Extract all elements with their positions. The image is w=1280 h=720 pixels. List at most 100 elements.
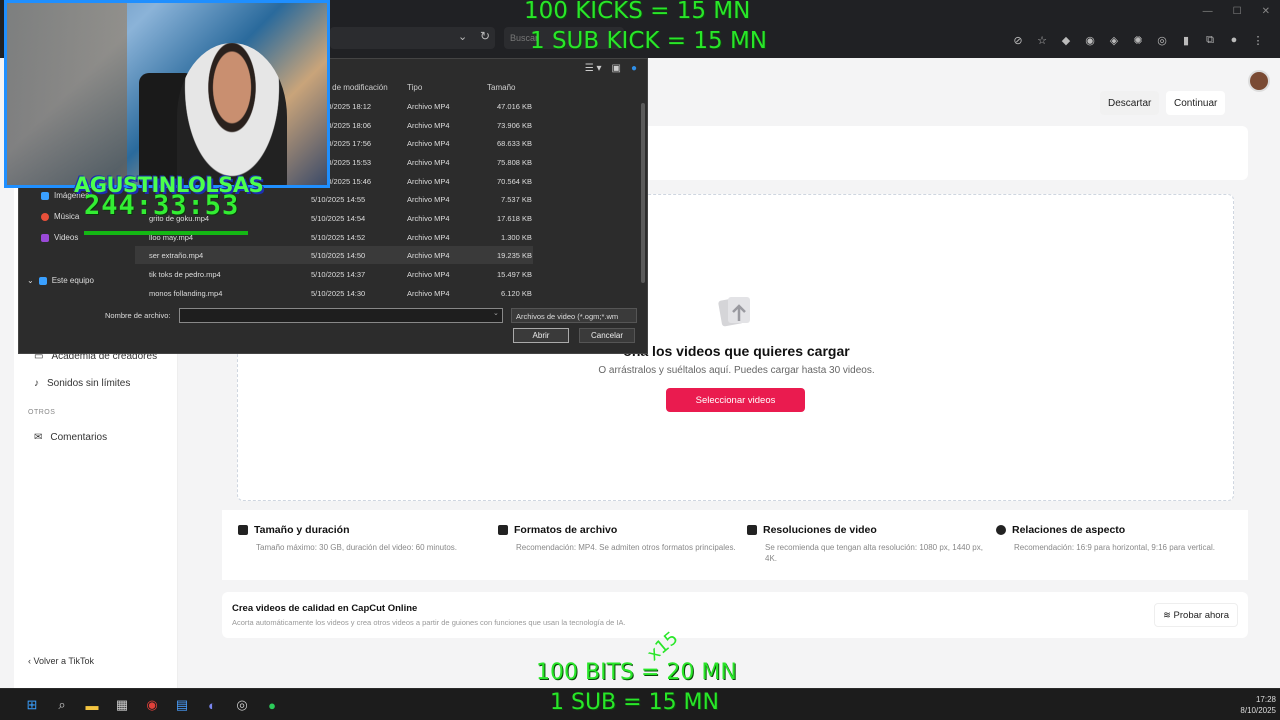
sidebar-item-label: Sonidos sin límites: [47, 378, 131, 389]
nav-item-videos[interactable]: Videos: [41, 233, 78, 242]
minimize-icon[interactable]: —: [1203, 6, 1213, 17]
file-size: 6.120 KB: [501, 289, 532, 298]
file-name: ser extraño.mp4: [149, 251, 204, 260]
promo-desc: Acorta automáticamente los videos y crea…: [232, 618, 626, 627]
file-type: Archivo MP4: [407, 251, 450, 260]
overlay-sub-kick: 1 SUB KICK = 15 MN: [530, 28, 767, 54]
file-date: 5/10/2025 14:54: [311, 214, 366, 223]
puzzle-icon[interactable]: ⧉: [1202, 34, 1218, 47]
file-type: Archivo MP4: [407, 102, 450, 111]
webcam-streamer: [177, 43, 287, 185]
file-size: 75.808 KB: [497, 158, 533, 167]
file-date: 5/10/2025 14:30: [311, 289, 366, 298]
help-icon[interactable]: ●: [631, 63, 637, 74]
video-camera-icon: [238, 525, 248, 535]
file-size: 15.497 KB: [497, 270, 533, 279]
magic-icon: ≋: [1162, 610, 1174, 621]
extension-icon[interactable]: ◎: [1154, 34, 1170, 47]
star-icon[interactable]: ☆: [1034, 34, 1050, 47]
overlay-sub: 1 SUB = 15 MN: [550, 690, 719, 715]
maximize-icon[interactable]: ☐: [1233, 6, 1242, 17]
column-type[interactable]: Tipo: [407, 83, 422, 92]
file-type: Archivo MP4: [407, 195, 450, 204]
file-type: Archivo MP4: [407, 139, 450, 148]
music-icon: [41, 212, 49, 221]
column-size[interactable]: Tamaño: [487, 83, 515, 92]
dialog-scrollbar[interactable]: [641, 103, 645, 283]
file-row[interactable]: monos follanding.mp4 5/10/2025 14:30 Archi…: [135, 284, 533, 302]
upload-video-icon: [718, 297, 750, 327]
nav-label: Música: [54, 212, 80, 221]
chevron-down-icon[interactable]: ⌄: [493, 309, 499, 317]
discard-button[interactable]: Descartar: [1100, 91, 1160, 115]
clock-time: 17:28: [1255, 695, 1276, 704]
obs-icon[interactable]: ◎: [232, 695, 252, 715]
avatar[interactable]: [1248, 70, 1270, 92]
notes-icon[interactable]: ▤: [172, 695, 192, 715]
timer-bar: [84, 231, 248, 235]
extension-icon[interactable]: ◆: [1058, 34, 1074, 47]
filename-input[interactable]: [179, 308, 503, 323]
back-to-tiktok-link[interactable]: ‹ Volver a TikTok: [28, 656, 94, 666]
sidebar-item-comentarios[interactable]: ✉ Comentarios: [34, 432, 107, 443]
continue-button[interactable]: Continuar: [1166, 91, 1226, 115]
file-size: 73.906 KB: [497, 121, 533, 130]
info-formats: Formatos de archivo Recomendación: MP4. …: [498, 524, 738, 553]
spotify-icon[interactable]: ●: [262, 695, 282, 715]
preview-pane-icon[interactable]: ▣: [612, 63, 621, 74]
address-bar[interactable]: ⌄ ↻: [330, 27, 495, 49]
file-row-hovered[interactable]: ser extraño.mp4 5/10/2025 14:50 Archivo MP…: [135, 246, 533, 264]
nav-item-este-equipo[interactable]: ⌄ Este equipo: [27, 276, 94, 285]
system-clock[interactable]: 17:28 8/10/2025: [1240, 694, 1276, 716]
file-type: Archivo MP4: [407, 233, 450, 242]
overlay-bits: 100 BITS = 20 MN: [536, 660, 737, 685]
info-desc: Se recomienda que tengan alta resolución…: [765, 543, 983, 563]
reload-icon[interactable]: ↻: [480, 29, 490, 43]
file-type: Archivo MP4: [407, 214, 450, 223]
store-icon[interactable]: ▦: [112, 695, 132, 715]
lightbulb-icon: [996, 525, 1006, 535]
info-resolutions: Resoluciones de video Se recomienda que …: [747, 524, 987, 564]
webcam-background: [7, 3, 127, 185]
menu-icon[interactable]: ⋮: [1250, 34, 1266, 47]
file-row[interactable]: tik toks de pedro.mp4 5/10/2025 14:37 Arch…: [135, 265, 533, 283]
file-type: Archivo MP4: [407, 121, 450, 130]
chrome-icon[interactable]: ◉: [142, 695, 162, 715]
filetype-select[interactable]: Archivos de video (*.ogm;*.wm: [511, 308, 637, 323]
file-size: 1.300 KB: [501, 233, 532, 242]
profile-icon[interactable]: ●: [1226, 34, 1242, 47]
try-now-button[interactable]: ≋ Probar ahora: [1153, 603, 1238, 627]
mail-icon: ✉: [34, 432, 43, 443]
view-menu-icon[interactable]: ☰ ▾: [585, 63, 602, 74]
file-size: 17.618 KB: [497, 214, 533, 223]
windows-start-icon[interactable]: ⊞: [22, 695, 42, 715]
extension-icon[interactable]: ◈: [1106, 34, 1122, 47]
discord-icon[interactable]: ◐: [202, 695, 222, 715]
eye-off-icon[interactable]: ⊘: [1010, 34, 1026, 47]
file-type: Archivo MP4: [407, 158, 450, 167]
search-icon[interactable]: ⌕: [52, 695, 72, 715]
select-videos-button[interactable]: Seleccionar videos: [666, 388, 805, 412]
folder-icon[interactable]: ▬: [82, 695, 102, 715]
nav-label: Videos: [54, 233, 79, 242]
file-date: 5/10/2025 14:52: [311, 233, 366, 242]
open-button[interactable]: Abrir: [513, 328, 569, 343]
requirements-row: Tamaño y duración Tamaño máximo: 30 GB, …: [222, 510, 1248, 580]
close-icon[interactable]: ✕: [1262, 6, 1270, 17]
cancel-button[interactable]: Cancelar: [579, 328, 635, 343]
file-size: 70.564 KB: [497, 177, 533, 186]
nav-label: Este equipo: [51, 276, 94, 285]
file-size: 47.016 KB: [497, 102, 533, 111]
extension-icon[interactable]: ✺: [1130, 34, 1146, 47]
info-desc: Recomendación: MP4. Se admiten otros for…: [516, 543, 736, 552]
videos-icon: [41, 233, 49, 242]
column-date[interactable]: ha de modificación: [321, 83, 388, 92]
chevron-down-icon[interactable]: ⌄: [458, 30, 467, 43]
stream-timer: 244:33:53: [84, 190, 240, 221]
info-desc: Tamaño máximo: 30 GB, duración del video…: [256, 543, 457, 552]
extension-icon[interactable]: ▮: [1178, 34, 1194, 47]
sidebar-item-sonidos[interactable]: ♪ Sonidos sin límites: [34, 378, 130, 389]
nav-item-musica[interactable]: Música: [41, 212, 79, 221]
extension-icon[interactable]: ◉: [1082, 34, 1098, 47]
film-icon: [747, 525, 757, 535]
